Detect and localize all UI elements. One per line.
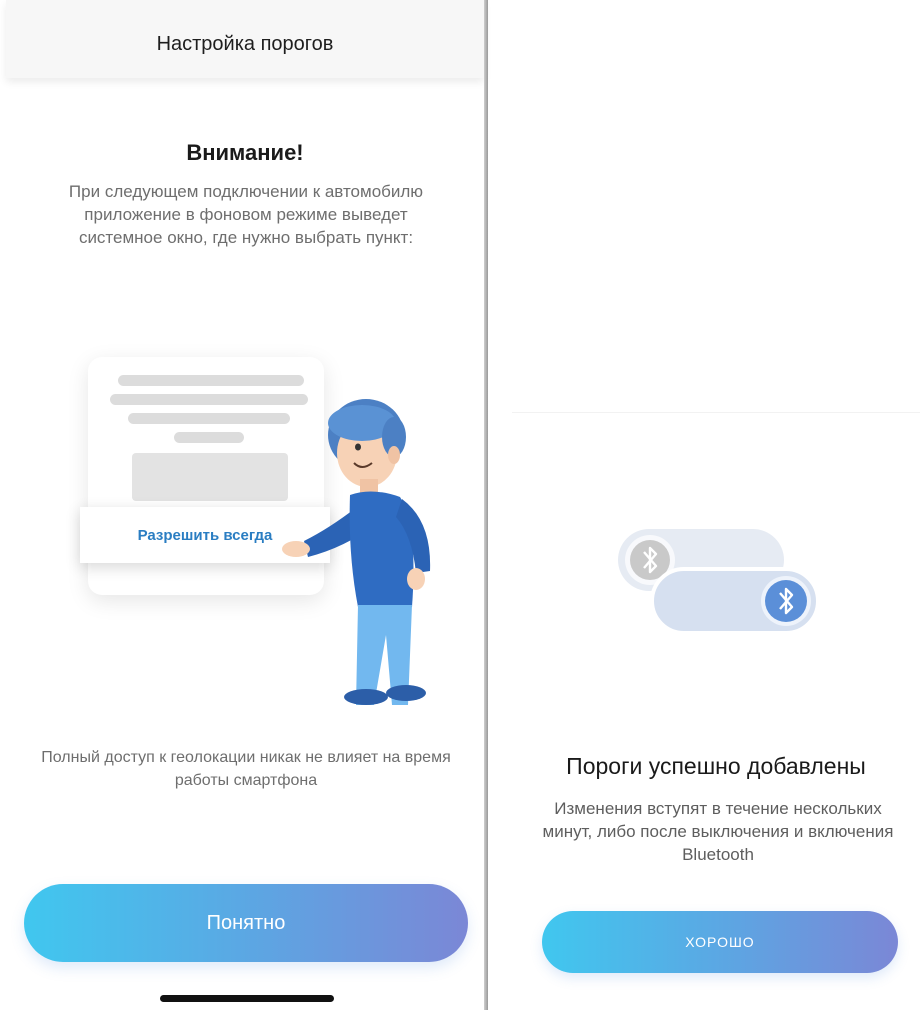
ok-button-label: ХОРОШО bbox=[685, 934, 755, 950]
right-hand bbox=[407, 568, 425, 590]
dialog-message: Изменения вступят в течение нескольких м… bbox=[542, 799, 894, 864]
man-pointing-icon bbox=[282, 399, 431, 705]
bluetooth-toggle-icon bbox=[618, 529, 820, 635]
pointing-hand bbox=[282, 541, 310, 557]
dialog-title: Пороги успешно добавлены bbox=[566, 753, 866, 779]
understood-button[interactable]: Понятно bbox=[24, 884, 468, 962]
left-shoe bbox=[344, 689, 388, 705]
page-title: Настройка порогов bbox=[156, 32, 334, 55]
threshold-setup-screen: Настройка порогов Внимание! При следующе… bbox=[6, 0, 484, 1010]
ear bbox=[388, 446, 400, 464]
success-dialog: Пороги успешно добавлены Изменения вступ… bbox=[512, 412, 920, 1010]
attention-heading: Внимание! bbox=[186, 140, 304, 165]
home-indicator[interactable] bbox=[160, 995, 334, 1002]
permission-illustration: Разрешить всегда bbox=[6, 345, 484, 705]
navigation-bar: Настройка порогов bbox=[6, 0, 484, 78]
geolocation-note: Полный доступ к геолокации никак не влия… bbox=[41, 749, 451, 789]
instruction-text: При следующем подключении к автомобилю п… bbox=[68, 182, 424, 247]
right-shoe bbox=[386, 685, 426, 701]
eye bbox=[355, 443, 361, 451]
allow-always-label: Разрешить всегда bbox=[137, 526, 273, 544]
screen-divider bbox=[484, 0, 488, 1010]
ok-button[interactable]: ХОРОШО bbox=[542, 911, 898, 973]
understood-button-label: Понятно bbox=[206, 911, 286, 934]
skeleton-line bbox=[174, 432, 244, 443]
